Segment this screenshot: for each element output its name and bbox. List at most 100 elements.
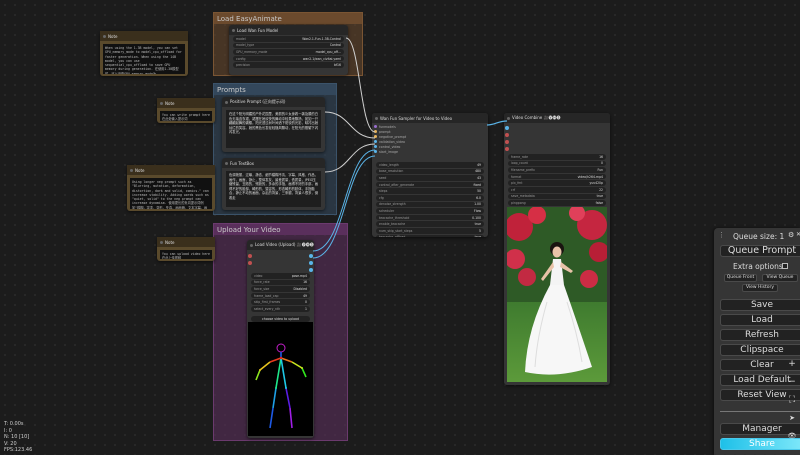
node-header[interactable]: Wan Fun Sampler for Video to Video bbox=[372, 113, 488, 123]
socket-dot-icon[interactable] bbox=[374, 145, 377, 148]
input-socket-images[interactable] bbox=[505, 126, 509, 130]
note-node-negative-prompt[interactable]: Note Using longer neg prompt such as "Bl… bbox=[127, 165, 215, 211]
note-text[interactable]: Using longer neg prompt such as "Blurrin… bbox=[130, 178, 212, 209]
view-queue-button[interactable]: View Queue bbox=[762, 274, 798, 282]
socket-dot-icon[interactable] bbox=[374, 135, 377, 138]
queue-prompt-button[interactable]: Queue Prompt bbox=[720, 245, 800, 257]
widget-config[interactable]: config wan2.1/wan_civitai.yaml bbox=[233, 55, 344, 62]
zoom-in-icon[interactable]: + bbox=[784, 360, 800, 369]
widget-control-after-generate[interactable]: control_after_generate fixed bbox=[376, 181, 484, 188]
note-header[interactable]: Note bbox=[157, 237, 215, 247]
widget-scheduler[interactable]: scheduler Flow bbox=[376, 208, 484, 214]
widget-loop-count[interactable]: loop_count 0 bbox=[508, 160, 606, 167]
node-positive-prompt[interactable]: Positive Prompt (正向提示词) 在这个阳光明媚的户外花园里，美丽… bbox=[222, 97, 325, 152]
input-socket-audio[interactable] bbox=[505, 133, 509, 137]
widget-format[interactable]: format video/h264-mp4 bbox=[508, 173, 606, 180]
collapse-dot-icon[interactable] bbox=[232, 28, 235, 32]
choose-video-upload-button[interactable]: choose video to upload bbox=[251, 315, 310, 322]
socket-dot-icon[interactable] bbox=[374, 140, 377, 143]
widget-cfg[interactable]: cfg 6.0 bbox=[376, 194, 484, 201]
note-node-prompt[interactable]: Note You can write prompt here 在此处输入提示词 bbox=[157, 98, 215, 123]
widget-skip-first-frames[interactable]: skip_first_frames 0 bbox=[251, 299, 310, 305]
queue-front-button[interactable]: Queue Front bbox=[724, 274, 757, 282]
node-canvas[interactable]: Load EasyAnimate Prompts Upload Your Vid… bbox=[0, 0, 800, 455]
input-socket-vae[interactable] bbox=[248, 261, 252, 265]
note-text[interactable]: You can upload video here 在此上传视频 bbox=[160, 250, 212, 259]
drag-handle-icon[interactable]: ⋮ bbox=[718, 231, 725, 239]
arrow-icon[interactable]: ➤ bbox=[784, 414, 800, 423]
widget-force-rate[interactable]: force_rate 16 bbox=[251, 279, 310, 286]
widget-precision[interactable]: precision bf16 bbox=[233, 62, 344, 68]
node-header[interactable]: Load Wan Fun Model bbox=[229, 25, 348, 35]
note-header[interactable]: Note bbox=[157, 98, 215, 108]
output-socket-audio[interactable] bbox=[309, 268, 313, 272]
widget-model[interactable]: model Wan2.1-Fun-1.3B-Control bbox=[233, 36, 344, 42]
node-video-combine[interactable]: Video Combine 🎥🅥🅗🅢 frame_rate 16 loop_coun… bbox=[504, 113, 610, 385]
input-socket-start-image[interactable]: start_image bbox=[372, 149, 488, 154]
collapse-dot-icon[interactable] bbox=[507, 116, 510, 120]
node-wan-fun-sampler[interactable]: Wan Fun Sampler for Video to Video funmo… bbox=[372, 113, 488, 237]
widget-enable-teacache[interactable]: enable_teacache true bbox=[376, 221, 484, 227]
widget-teacache-threshold[interactable]: teacache_threshold 0.100 bbox=[376, 214, 484, 221]
widget-denoise-strength[interactable]: denoise_strength 1.00 bbox=[376, 201, 484, 208]
widget-num-skip-start-steps[interactable]: num_skip_start_steps 5 bbox=[376, 227, 484, 234]
widget-gpu-memory-mode[interactable]: GPU_memory_mode model_cpu_off... bbox=[233, 49, 344, 55]
widget-seed[interactable]: seed 43 bbox=[376, 175, 484, 181]
positive-prompt-textarea[interactable]: 在这个阳光明媚的户外花园里，美丽的少女身着一袭及膝的白色无袖连衣裙，裙摆在她欢快… bbox=[226, 110, 321, 148]
widget-pix-fmt[interactable]: pix_fmt yuv420p bbox=[508, 180, 606, 186]
node-header[interactable]: Positive Prompt (正向提示词) bbox=[222, 97, 325, 107]
node-header[interactable]: Video Combine 🎥🅥🅗🅢 bbox=[504, 113, 610, 123]
widget-steps[interactable]: steps 50 bbox=[376, 188, 484, 194]
view-history-button[interactable]: View History bbox=[742, 284, 778, 292]
zoom-out-icon[interactable]: − bbox=[784, 378, 800, 387]
fit-view-icon[interactable]: ⛶ bbox=[784, 396, 800, 405]
extra-options-checkbox[interactable] bbox=[782, 263, 788, 269]
widget-frame-load-cap[interactable]: frame_load_cap 49 bbox=[251, 292, 310, 299]
collapse-dot-icon[interactable] bbox=[130, 168, 133, 172]
note-text[interactable]: You can write prompt here 在此处输入提示词 bbox=[160, 111, 212, 121]
output-socket-image[interactable] bbox=[309, 254, 313, 258]
node-load-wan-fun-model[interactable]: Load Wan Fun Model model Wan2.1-Fun-1.3B-… bbox=[229, 25, 348, 75]
widget-pingpong[interactable]: pingpong false bbox=[508, 200, 606, 206]
widget-force-size[interactable]: force_size Disabled bbox=[251, 286, 310, 292]
widget-frame-rate[interactable]: frame_rate 16 bbox=[508, 154, 606, 160]
input-socket-meta-batch[interactable] bbox=[505, 140, 509, 144]
close-icon[interactable]: ✕ bbox=[796, 231, 800, 238]
save-button[interactable]: Save bbox=[720, 299, 800, 311]
widget-video[interactable]: video pose.mp4 bbox=[251, 273, 310, 279]
widget-select-every-nth[interactable]: select_every_nth 1 bbox=[251, 305, 310, 312]
note-node-upload[interactable]: Note You can upload video here 在此上传视频 bbox=[157, 237, 215, 261]
widget-teacache-offload[interactable]: teacache_offload true bbox=[376, 234, 484, 237]
node-header[interactable]: Load Video (Upload) 🎥🅥🅗🅢 bbox=[247, 240, 314, 250]
widget-filename-prefix[interactable]: filename_prefix Fun bbox=[508, 167, 606, 173]
node-load-video-upload[interactable]: Load Video (Upload) 🎥🅥🅗🅢 video pose.mp4 fo… bbox=[247, 240, 314, 438]
output-socket-frame-count[interactable] bbox=[309, 261, 313, 265]
collapse-dot-icon[interactable] bbox=[225, 100, 228, 104]
node-header[interactable]: Fun TextBox bbox=[222, 158, 325, 168]
collapse-dot-icon[interactable] bbox=[160, 240, 163, 244]
collapse-dot-icon[interactable] bbox=[250, 243, 253, 247]
widget-crf[interactable]: crf 22 bbox=[508, 186, 606, 193]
video-preview-output[interactable] bbox=[507, 207, 607, 382]
refresh-button[interactable]: Refresh bbox=[720, 329, 800, 341]
collapse-dot-icon[interactable] bbox=[103, 34, 106, 38]
widget-video-length[interactable]: video_length 49 bbox=[376, 162, 484, 168]
socket-dot-icon[interactable] bbox=[374, 125, 377, 128]
widget-save-metadata[interactable]: save_metadata true bbox=[508, 193, 606, 200]
note-node-gpu-memory[interactable]: Note When using the 1.3B model, you can … bbox=[100, 31, 188, 76]
collapse-dot-icon[interactable] bbox=[160, 101, 163, 105]
collapse-dot-icon[interactable] bbox=[375, 116, 378, 120]
input-socket-vae[interactable] bbox=[505, 147, 509, 151]
note-header[interactable]: Note bbox=[100, 31, 188, 41]
settings-icon[interactable]: ⚙ bbox=[788, 231, 794, 239]
eye-icon[interactable]: 👁 bbox=[784, 432, 800, 441]
pose-video-preview[interactable] bbox=[248, 322, 313, 436]
note-header[interactable]: Note bbox=[127, 165, 215, 175]
clipspace-button[interactable]: Clipspace bbox=[720, 344, 800, 356]
input-socket-meta-batch[interactable] bbox=[248, 254, 252, 258]
socket-dot-icon[interactable] bbox=[374, 150, 377, 153]
collapse-dot-icon[interactable] bbox=[225, 161, 228, 165]
node-negative-prompt[interactable]: Fun TextBox 色调艳丽，过曝，静态，细节模糊不清，字幕，风格，作品，画… bbox=[222, 158, 325, 210]
widget-base-resolution[interactable]: base_resolution 480 bbox=[376, 168, 484, 175]
negative-prompt-textarea[interactable]: 色调艳丽，过曝，静态，细节模糊不清，字幕，风格，作品，画作，画面，静止，整体发灰… bbox=[226, 171, 321, 207]
